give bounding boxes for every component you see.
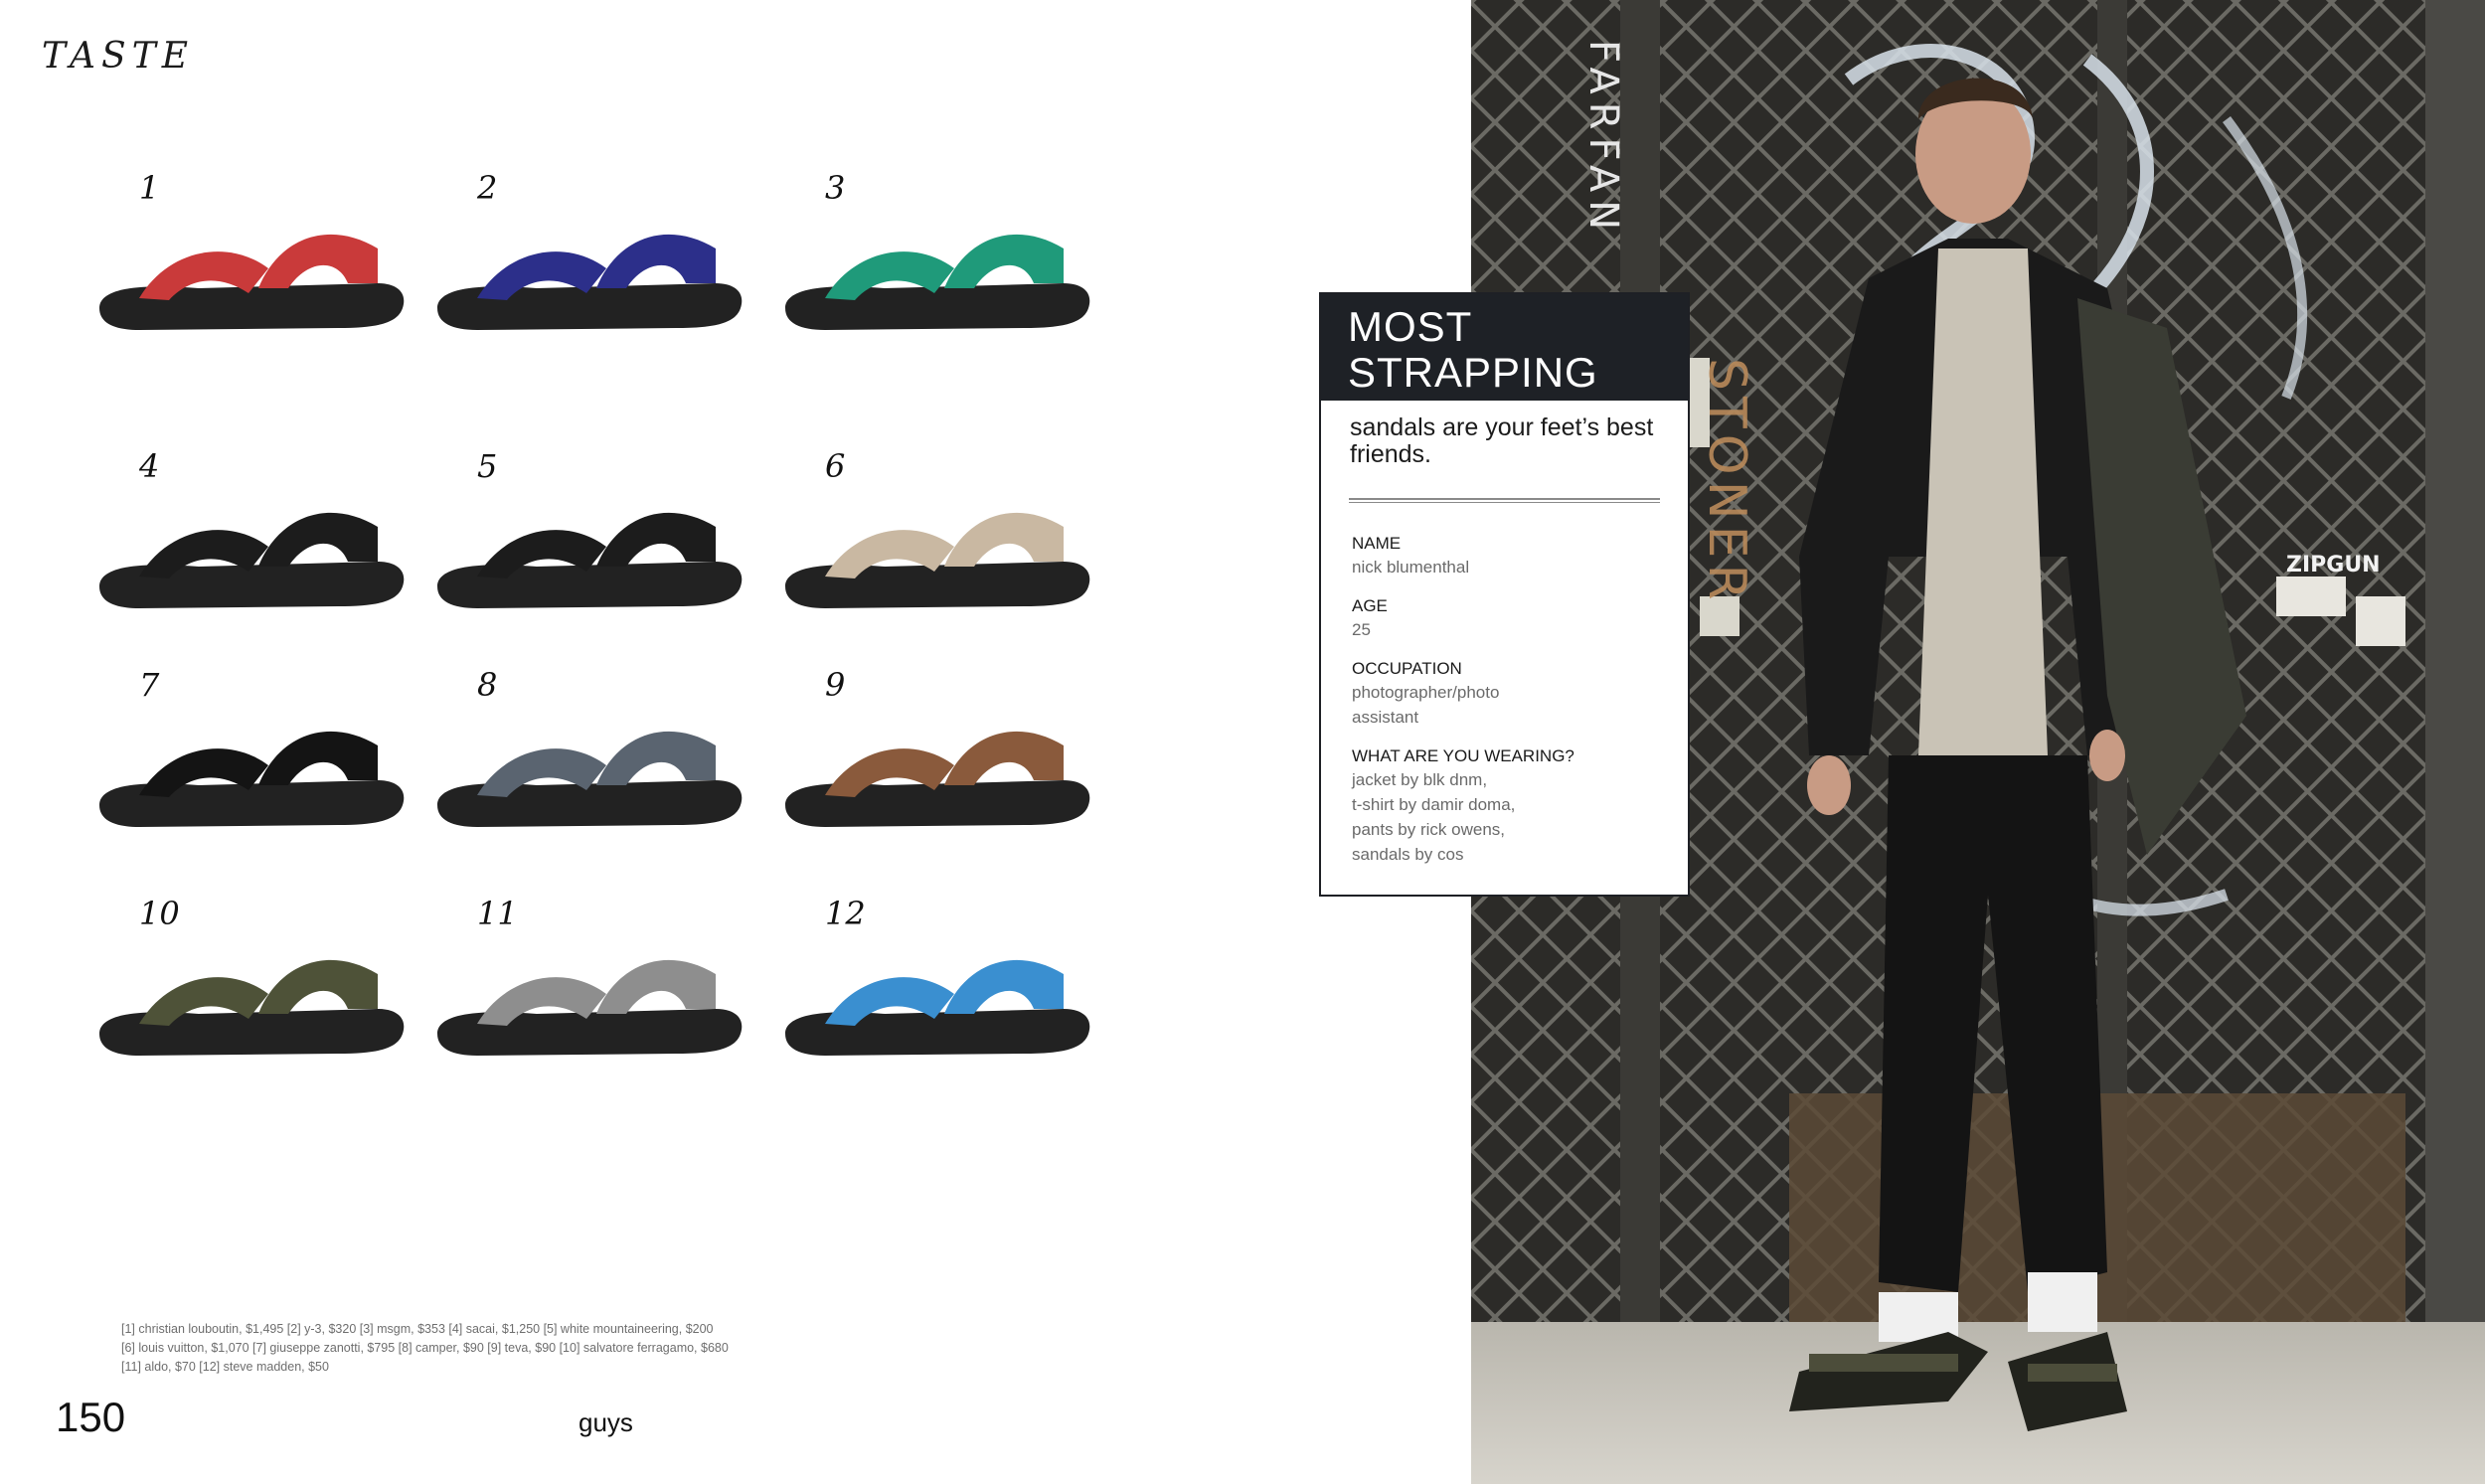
card-title: MOST STRAPPING xyxy=(1321,294,1688,401)
product-item: 11 xyxy=(417,895,755,1073)
feature-card: MOST STRAPPING sandals are your feet’s b… xyxy=(1319,292,1690,897)
product-item: 7 xyxy=(80,666,417,845)
page-number: 150 xyxy=(56,1394,126,1440)
card-title-line: MOST xyxy=(1348,303,1473,350)
product-item: 8 xyxy=(417,666,755,845)
field-value: photographer/photo xyxy=(1352,683,1500,702)
sandal-icon xyxy=(785,234,1090,330)
sandal-icon xyxy=(437,959,743,1056)
product-item: 5 xyxy=(417,447,755,626)
product-item: 12 xyxy=(765,895,1103,1073)
svg-text:FARFAN: FARFAN xyxy=(1580,40,1626,238)
product-item: 3 xyxy=(765,169,1103,348)
card-fields: NAME nick blumenthal AGE 25 OCCUPATION photog… xyxy=(1321,503,1688,867)
sandal-icon xyxy=(785,512,1090,608)
field-label: NAME xyxy=(1352,534,1402,553)
product-grid: 1 2 3 4 5 6 7 8 9 10 11 12 xyxy=(80,169,1153,1103)
profile-field: AGE 25 xyxy=(1352,595,1668,642)
section-label: TASTE xyxy=(42,36,194,77)
field-value: t-shirt by damir doma, xyxy=(1352,795,1516,814)
product-item: 4 xyxy=(80,447,417,626)
profile-field: WHAT ARE YOU WEARING? jacket by blk dnm, t… xyxy=(1352,745,1668,867)
field-value: sandals by cos xyxy=(1352,845,1464,864)
product-item: 10 xyxy=(80,895,417,1073)
price-credits: [1] christian louboutin, $1,495 [2] y-3,… xyxy=(121,1320,817,1377)
field-value: assistant xyxy=(1352,708,1419,727)
field-label: OCCUPATION xyxy=(1352,659,1462,678)
sandal-icon xyxy=(437,731,743,827)
profile-field: OCCUPATION photographer/photo assistant xyxy=(1352,658,1668,730)
sandal-icon xyxy=(99,959,405,1056)
svg-text:ZIPGUN: ZIPGUN xyxy=(2286,553,2381,577)
field-value: pants by rick owens, xyxy=(1352,820,1506,839)
field-value: nick blumenthal xyxy=(1352,558,1470,577)
product-item: 6 xyxy=(765,447,1103,626)
sandal-icon xyxy=(785,731,1090,827)
sandal-icon xyxy=(99,731,405,827)
sandal-icon xyxy=(785,959,1090,1056)
card-title-line: STRAPPING xyxy=(1348,349,1598,396)
field-value: 25 xyxy=(1352,620,1371,639)
sandal-icon xyxy=(437,234,743,330)
field-value: jacket by blk dnm, xyxy=(1352,770,1488,789)
credit-line: [11] aldo, $70 [12] steve madden, $50 xyxy=(121,1360,329,1374)
magazine-name: guys xyxy=(579,1407,633,1437)
card-subtitle: sandals are your feet’s best friends. xyxy=(1350,413,1654,468)
svg-text:STONER: STONER xyxy=(1697,358,1756,606)
credit-line: [6] louis vuitton, $1,070 [7] giuseppe z… xyxy=(121,1341,729,1355)
product-item: 2 xyxy=(417,169,755,348)
profile-field: NAME nick blumenthal xyxy=(1352,533,1668,579)
sandal-icon xyxy=(437,512,743,608)
field-label: WHAT ARE YOU WEARING? xyxy=(1352,746,1574,765)
product-item: 1 xyxy=(80,169,417,348)
credit-line: [1] christian louboutin, $1,495 [2] y-3,… xyxy=(121,1322,714,1336)
field-label: AGE xyxy=(1352,596,1388,615)
product-item: 9 xyxy=(765,666,1103,845)
sandal-icon xyxy=(99,512,405,608)
sandal-icon xyxy=(99,234,405,330)
